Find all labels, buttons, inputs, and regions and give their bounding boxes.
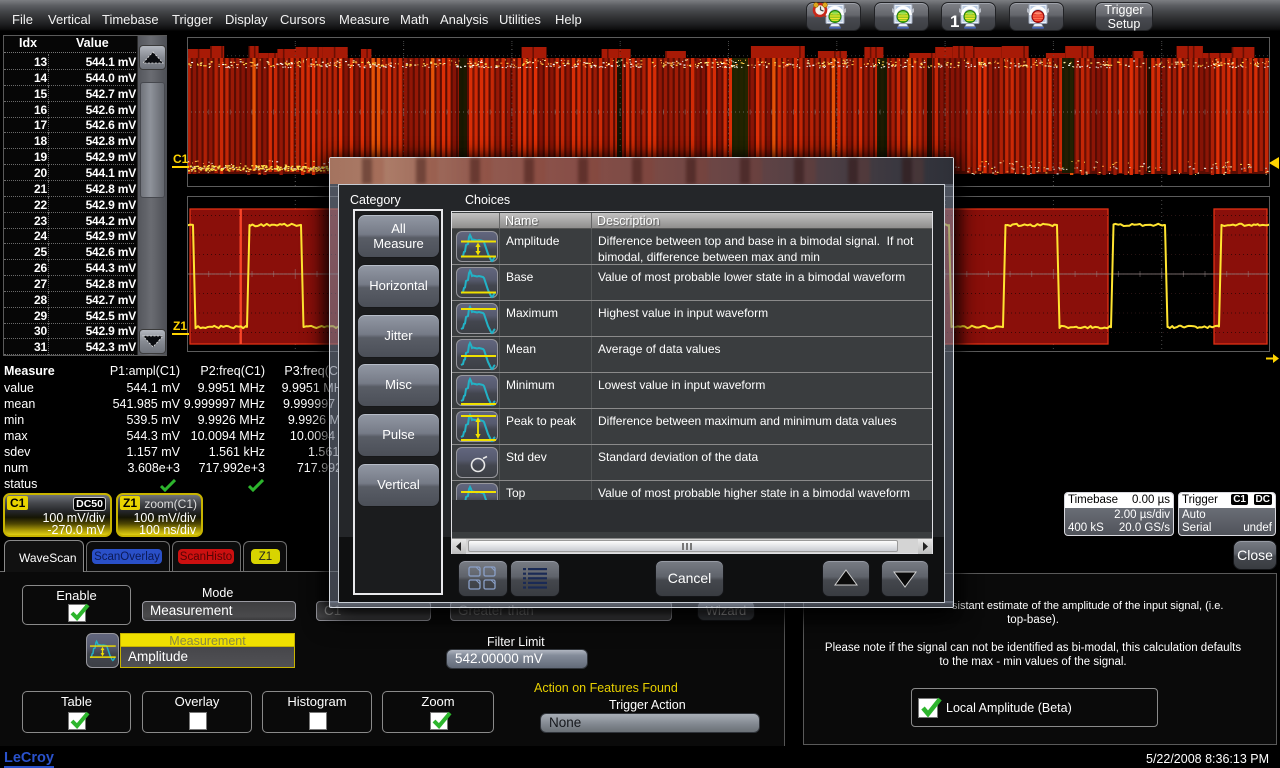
svg-text:1: 1	[950, 12, 959, 31]
